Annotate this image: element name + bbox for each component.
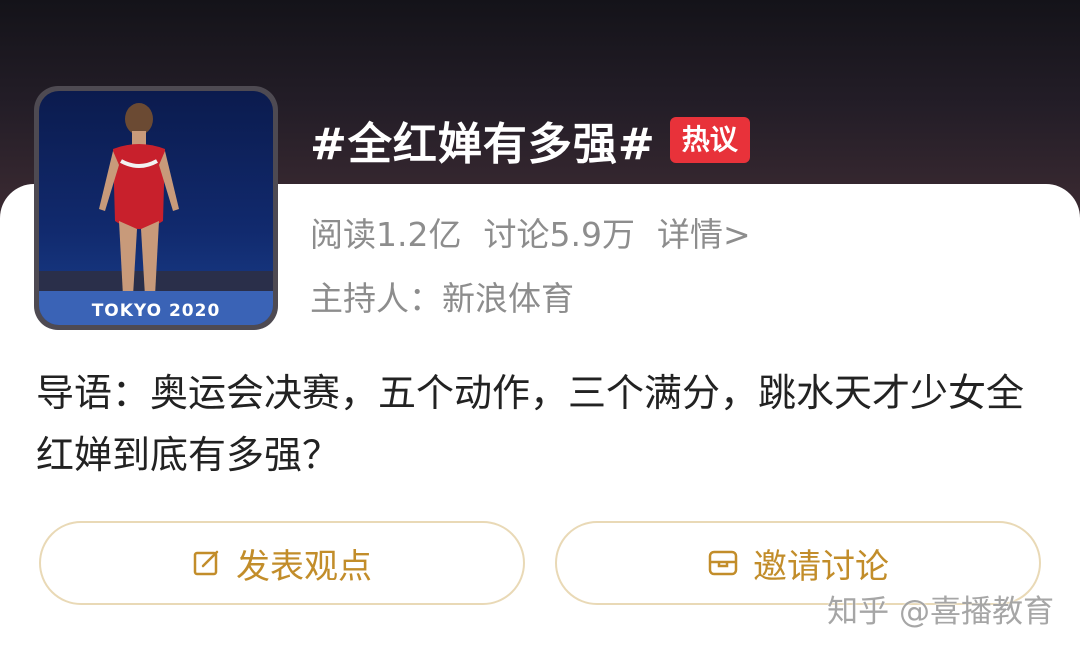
discussion-count: 讨论5.9万	[483, 215, 635, 254]
topic-stats: 阅读1.2亿 讨论5.9万 详情>	[310, 208, 751, 256]
details-link[interactable]: 详情>	[657, 208, 751, 256]
mail-icon	[707, 548, 739, 578]
topic-cover[interactable]: TOKYO 2020	[34, 86, 278, 330]
cover-image: TOKYO 2020	[39, 91, 273, 325]
read-count: 阅读1.2亿	[310, 215, 462, 254]
cover-caption: TOKYO 2020	[91, 301, 221, 321]
edit-icon	[192, 548, 222, 578]
watermark: 知乎 @喜播教育	[827, 594, 1054, 630]
hot-badge: 热议	[669, 117, 750, 163]
topic-intro: 导语：奥运会决赛，五个动作，三个满分，跳水天才少女全红婵到底有多强？	[36, 371, 1025, 477]
post-opinion-button[interactable]: 发表观点	[39, 521, 525, 605]
post-opinion-label: 发表观点	[236, 546, 372, 587]
topic-title-row: #全红婵有多强# 热议	[310, 110, 750, 170]
topic-host: 主持人：新浪体育	[310, 279, 574, 318]
invite-discussion-label: 邀请讨论	[753, 546, 889, 587]
topic-title[interactable]: #全红婵有多强#	[310, 108, 656, 172]
